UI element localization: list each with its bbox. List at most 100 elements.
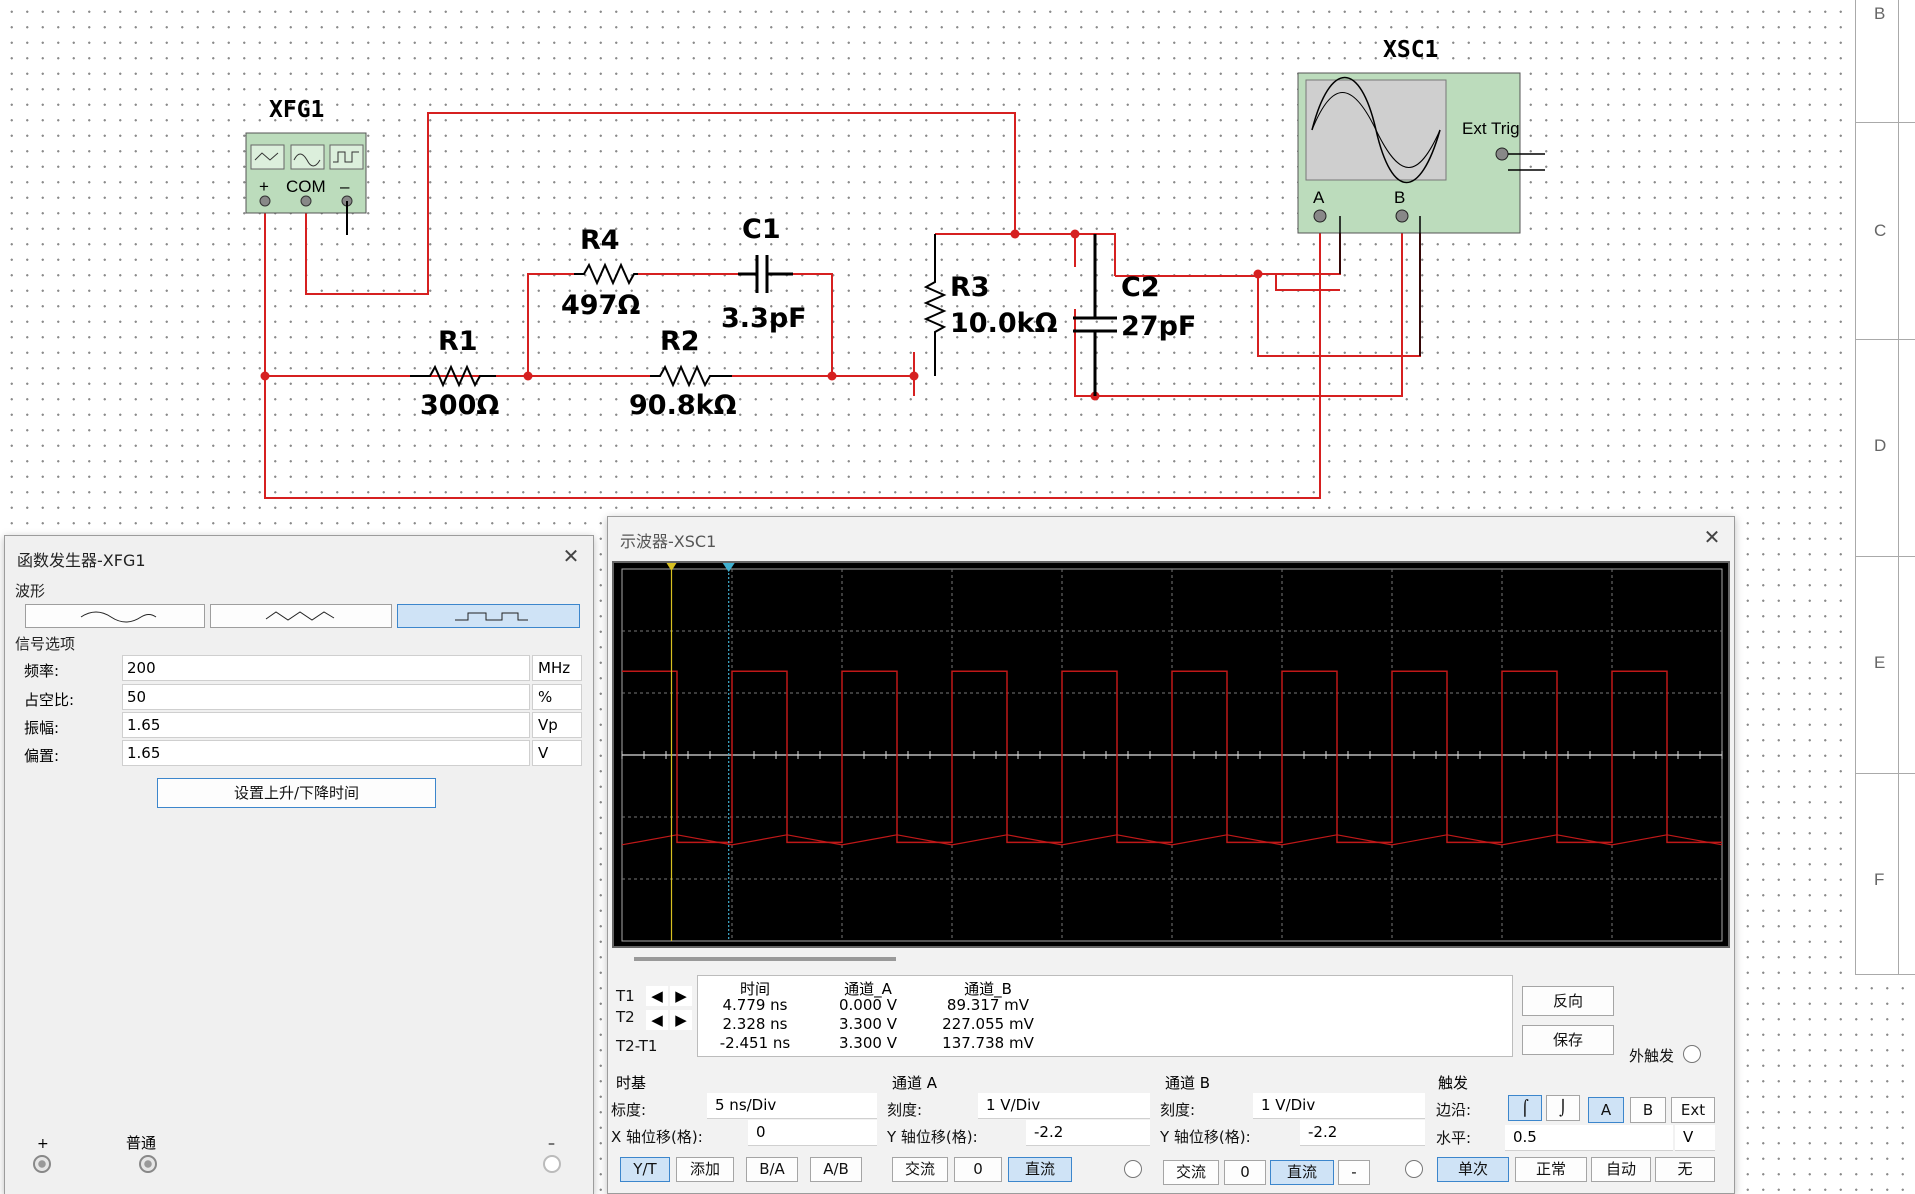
channel-a-ypos-field[interactable]: -2.2 [1026, 1120, 1150, 1146]
ext-trigger-terminal[interactable] [1683, 1045, 1701, 1063]
trigger-auto-button[interactable]: 自动 [1591, 1157, 1651, 1182]
dialog-titlebar[interactable]: 函数发生器-XFG1 ✕ [5, 536, 593, 576]
rising-edge-button[interactable]: ⌠ [1508, 1095, 1542, 1121]
fg-common-terminal[interactable] [139, 1155, 157, 1173]
trigger-none-button[interactable]: 无 [1655, 1157, 1715, 1182]
timebase-group-label: 时基 [616, 1074, 647, 1092]
reverse-button[interactable]: 反向 [1522, 986, 1614, 1016]
amplitude-input[interactable]: 1.65 [122, 712, 530, 738]
t1-label: T1 [616, 987, 635, 1005]
channel-a-zero-button[interactable]: 0 [954, 1157, 1002, 1182]
screen-scrollbar[interactable] [634, 957, 896, 961]
channel-a-scale-field[interactable]: 1 V/Div [978, 1093, 1150, 1119]
zone-label: C [1874, 221, 1887, 240]
close-icon[interactable]: ✕ [1700, 525, 1724, 549]
falling-edge-button[interactable]: ⌡ [1546, 1095, 1580, 1121]
triangle-wave-icon [265, 611, 335, 621]
t2-right-arrow-icon[interactable]: ▶ [670, 1010, 692, 1030]
trigger-source-b-button[interactable]: B [1630, 1097, 1666, 1123]
set-rise-fall-time-button[interactable]: 设置上升/下降时间 [157, 778, 436, 808]
waveform-sine-button[interactable] [25, 604, 205, 628]
x-position-field[interactable]: 0 [748, 1120, 877, 1146]
channel-b-terminal[interactable] [1405, 1160, 1423, 1178]
yt-mode-button[interactable]: Y/T [620, 1157, 670, 1182]
t2-channel-b: 227.055 mV [942, 1015, 1034, 1033]
r4-symbol[interactable] [574, 262, 638, 286]
dialog-title: 示波器-XSC1 [620, 532, 717, 551]
channel-b-scale-label: 刻度: [1160, 1101, 1196, 1119]
timebase-scale-field[interactable]: 5 ns/Div [707, 1093, 877, 1119]
square-wave-icon [455, 612, 528, 621]
channel-b-ac-button[interactable]: 交流 [1163, 1160, 1219, 1185]
ba-mode-button[interactable]: B/A [746, 1157, 798, 1182]
ab-mode-button[interactable]: A/B [810, 1157, 862, 1182]
fg-plus-terminal[interactable] [33, 1155, 51, 1173]
sheet-border: B C D E F [1855, 0, 1915, 975]
duty-cycle-unit[interactable]: % [532, 684, 582, 710]
trigger-level-field[interactable]: 0.5 [1505, 1125, 1673, 1151]
offset-unit[interactable]: V [532, 740, 582, 766]
function-generator-dialog[interactable]: 函数发生器-XFG1 ✕ [4, 535, 594, 1194]
r2-value: 90.8kΩ [629, 390, 737, 421]
xsc1-instrument[interactable] [1297, 72, 1545, 356]
c2-symbol[interactable] [1073, 234, 1117, 396]
t2-t1-channel-b: 137.738 mV [942, 1034, 1034, 1052]
offset-label: 偏置: [24, 747, 60, 765]
dialog-title: 函数发生器-XFG1 [17, 551, 146, 570]
fg-minus-terminal[interactable] [543, 1155, 561, 1173]
trigger-single-button[interactable]: 单次 [1437, 1157, 1509, 1182]
t1-left-arrow-icon[interactable]: ◀ [646, 986, 668, 1006]
wires [264, 112, 1421, 499]
channel-b-ypos-field[interactable]: -2.2 [1300, 1120, 1425, 1146]
signal-options-label: 信号选项 [15, 635, 76, 653]
close-icon[interactable]: ✕ [559, 544, 583, 568]
amplitude-label: 振幅: [24, 719, 60, 737]
trigger-normal-button[interactable]: 正常 [1515, 1157, 1587, 1182]
oscilloscope-screen[interactable] [612, 561, 1730, 948]
duty-cycle-input[interactable]: 50 [122, 684, 530, 710]
r2-symbol[interactable] [650, 364, 732, 388]
xsc1-ext-trig-label: Ext Trig [1462, 119, 1520, 138]
t2-t1-label: T2-T1 [616, 1037, 658, 1055]
trigger-source-a-button[interactable]: A [1588, 1097, 1624, 1123]
frequency-input[interactable]: 200 [122, 655, 530, 681]
r1-value: 300Ω [420, 390, 499, 421]
channel-a-terminal[interactable] [1124, 1160, 1142, 1178]
cursor-readout-table: 时间 通道_A 通道_B 4.779 ns 0.000 V 89.317 mV … [697, 975, 1513, 1057]
channel-a-ac-button[interactable]: 交流 [892, 1157, 948, 1182]
dialog-titlebar[interactable]: 示波器-XSC1 ✕ [608, 517, 1734, 557]
r1-name: R1 [438, 326, 478, 357]
t2-left-arrow-icon[interactable]: ◀ [646, 1010, 668, 1030]
xfg1-minus-label: – [340, 177, 350, 196]
x-position-label: X 轴位移(格): [611, 1128, 703, 1146]
trigger-source-ext-button[interactable]: Ext [1671, 1097, 1715, 1123]
channel-a-ypos-label: Y 轴位移(格): [887, 1128, 978, 1146]
channel-a-trace [622, 670, 1722, 844]
save-button[interactable]: 保存 [1522, 1025, 1614, 1055]
channel-b-scale-field[interactable]: 1 V/Div [1253, 1093, 1425, 1119]
scope-graticule [621, 563, 1723, 942]
channel-b-group-label: 通道 B [1165, 1074, 1211, 1092]
waveform-square-button[interactable] [397, 604, 580, 628]
offset-input[interactable]: 1.65 [122, 740, 530, 766]
ext-trigger-label: 外触发 [1629, 1047, 1675, 1065]
amplitude-unit[interactable]: Vp [532, 712, 582, 738]
c1-value: 3.3pF [721, 303, 807, 334]
waveform-triangle-button[interactable] [210, 604, 392, 628]
r3-symbol[interactable] [923, 234, 947, 376]
channel-a-scale-label: 刻度: [887, 1101, 923, 1119]
t1-time: 4.779 ns [722, 996, 788, 1014]
waveform-group-label: 波形 [15, 582, 46, 600]
channel-b-minus-button[interactable]: - [1338, 1160, 1370, 1185]
channel-b-dc-button[interactable]: 直流 [1270, 1160, 1334, 1185]
c1-symbol[interactable] [738, 255, 793, 293]
fg-minus-terminal-label: – [548, 1136, 555, 1152]
channel-b-zero-button[interactable]: 0 [1224, 1160, 1266, 1185]
frequency-unit[interactable]: MHz [532, 655, 582, 681]
multisim-workspace: XFG1 + COM – R1 300Ω R4 497Ω R2 90.8kΩ C… [0, 0, 1915, 1194]
channel-a-dc-button[interactable]: 直流 [1008, 1157, 1072, 1182]
trigger-level-unit[interactable]: V [1675, 1125, 1715, 1151]
zone-label: D [1874, 436, 1887, 455]
t1-right-arrow-icon[interactable]: ▶ [670, 986, 692, 1006]
add-mode-button[interactable]: 添加 [676, 1157, 734, 1182]
